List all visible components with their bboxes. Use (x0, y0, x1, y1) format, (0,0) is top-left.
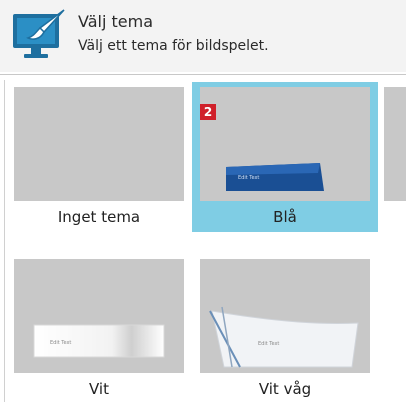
header-divider (0, 74, 406, 75)
theme-thumbnail-blue: Edit Text (200, 87, 370, 201)
blue-theme-preview: Edit Text (226, 163, 324, 191)
theme-label: Vit våg (258, 380, 312, 398)
theme-tile-white[interactable]: Edit Text Vit (6, 252, 192, 402)
theme-label: Vit (89, 380, 109, 398)
step-badge: 2 (200, 104, 216, 120)
gallery-border (4, 80, 5, 402)
theme-label: Blå (273, 208, 297, 226)
theme-thumbnail-white: Edit Text (14, 259, 184, 373)
theme-tile-partial[interactable] (380, 80, 406, 232)
dialog-subtitle: Välj ett tema för bildspelet. (78, 38, 269, 54)
dialog-header: Välj tema Välj ett tema för bildspelet. (0, 0, 406, 72)
theme-thumbnail-none (14, 87, 184, 201)
sample-text: Edit Text (238, 175, 259, 181)
theme-tile-blue[interactable]: Edit Text Blå (192, 82, 378, 232)
paintbrush-monitor-icon (13, 9, 65, 58)
white-theme-preview: Edit Text (33, 324, 165, 358)
theme-thumbnail-white-wave: Edit Text (200, 259, 370, 373)
theme-label: Inget tema (57, 208, 141, 226)
dialog-title: Välj tema (78, 12, 153, 31)
theme-gallery: Inget tema Edit Text Blå Edit Text Vit E… (0, 80, 406, 402)
theme-thumbnail-partial (384, 87, 406, 201)
theme-tile-white-wave[interactable]: Edit Text Vit våg (192, 252, 378, 402)
white-wave-theme-preview: Edit Text (209, 306, 359, 368)
sample-text: Edit Text (258, 341, 279, 347)
sample-text: Edit Text (50, 340, 71, 346)
theme-tile-none[interactable]: Inget tema (6, 80, 192, 232)
